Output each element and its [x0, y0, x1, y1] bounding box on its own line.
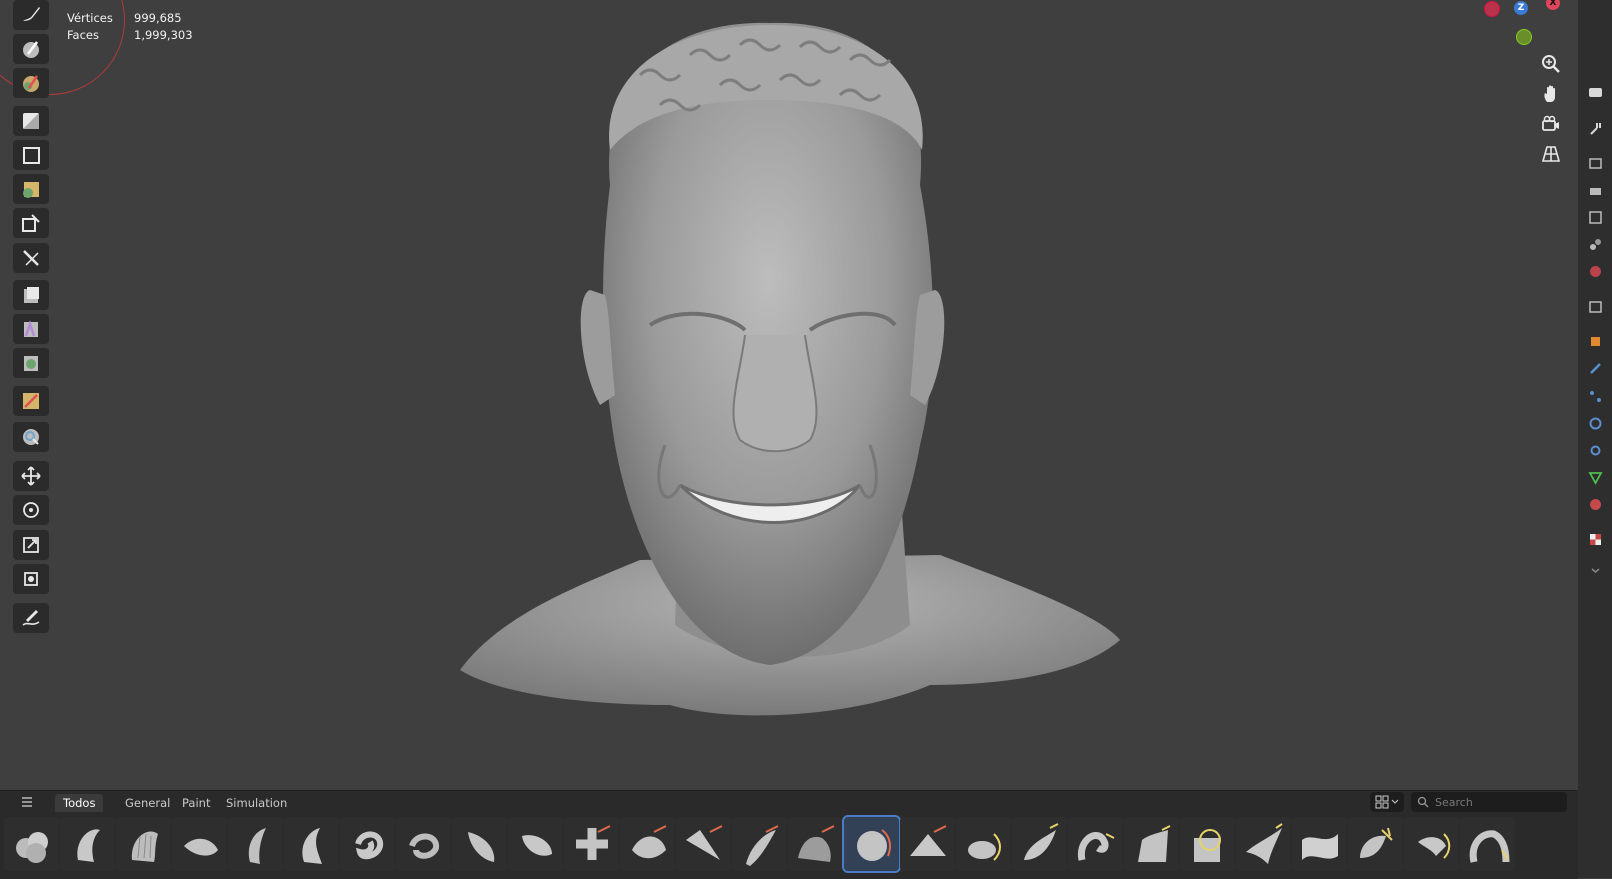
- x-axis-ball[interactable]: X: [1546, 0, 1560, 10]
- faces-label: Faces: [67, 28, 99, 42]
- display-mode-dropdown[interactable]: [1370, 792, 1404, 812]
- crease-sharp-brush-thumbnail[interactable]: [284, 817, 339, 871]
- scale-tool-icon[interactable]: [13, 530, 49, 560]
- modifiers-tab-icon[interactable]: [1585, 358, 1605, 378]
- statistics-overlay: Vértices 999,685 Faces 1,999,303: [67, 10, 193, 44]
- properties-tab-bar: [1578, 0, 1612, 878]
- search-placeholder: Search: [1435, 795, 1473, 809]
- plane-brush-thumbnail[interactable]: [676, 817, 731, 871]
- view-layer-tab-icon[interactable]: [1585, 207, 1605, 227]
- world-tab-icon[interactable]: [1585, 261, 1605, 281]
- z-axis-ball[interactable]: Z: [1514, 1, 1528, 15]
- twist-brush-thumbnail[interactable]: [1460, 817, 1515, 871]
- crease-brush-thumbnail[interactable]: [228, 817, 283, 871]
- fill-brush-thumbnail[interactable]: [452, 817, 507, 871]
- faces-value: 1,999,303: [134, 28, 193, 42]
- texture-tab-icon[interactable]: [1585, 529, 1605, 549]
- transform-tool-icon[interactable]: [13, 564, 49, 594]
- draw-sharp-brush-thumbnail[interactable]: [396, 817, 451, 871]
- line-project-tool-icon[interactable]: [13, 243, 49, 273]
- scrape-brush-thumbnail[interactable]: [732, 817, 787, 871]
- box-mask-tool-icon[interactable]: [13, 106, 49, 136]
- object-tab-icon[interactable]: [1585, 331, 1605, 351]
- draw-brush-thumbnail[interactable]: [340, 817, 395, 871]
- brush-thumbnail-row: [4, 815, 1515, 873]
- pose-brush-thumbnail[interactable]: [1180, 817, 1235, 871]
- particles-tab-icon[interactable]: [1585, 386, 1605, 406]
- 3d-viewport[interactable]: Vértices 999,685 Faces 1,999,303 Z X: [0, 0, 1578, 810]
- asset-shelf-tab-bar: Todos General Paint Simulation Search: [0, 791, 1578, 813]
- multiplane-scrape-brush-thumbnail[interactable]: [788, 817, 843, 871]
- scene-tab-icon[interactable]: [1585, 234, 1605, 254]
- clay-strips-brush-thumbnail[interactable]: [116, 817, 171, 871]
- camera-view-icon[interactable]: [1537, 111, 1565, 137]
- search-icon: [1417, 796, 1429, 808]
- constraints-tab-icon[interactable]: [1585, 440, 1605, 460]
- color-filter-tool-icon[interactable]: [13, 348, 49, 378]
- asset-shelf: Todos General Paint Simulation Search: [0, 790, 1578, 879]
- relax-brush-thumbnail[interactable]: [1404, 817, 1459, 871]
- box-hide-tool-icon[interactable]: [13, 140, 49, 170]
- blur-brush-thumbnail[interactable]: [900, 817, 955, 871]
- draw-brush-tool-icon[interactable]: [13, 0, 49, 30]
- material-tab-icon[interactable]: [1585, 494, 1605, 514]
- flatten-brush-thumbnail[interactable]: [508, 817, 563, 871]
- pinch-brush-thumbnail[interactable]: [564, 817, 619, 871]
- tool-settings-tab-icon[interactable]: [1585, 82, 1605, 102]
- annotate-tool-icon[interactable]: [13, 603, 49, 633]
- box-trim-tool-icon[interactable]: [13, 208, 49, 238]
- box-face-set-tool-icon[interactable]: [13, 174, 49, 204]
- mesh-filter-tool-icon[interactable]: [13, 280, 49, 310]
- smooth-brush-thumbnail[interactable]: [842, 815, 901, 873]
- vertices-label: Vértices: [67, 11, 113, 25]
- face-set-paint-tool-icon[interactable]: [13, 68, 49, 98]
- elastic-grab-brush-thumbnail[interactable]: [956, 817, 1011, 871]
- tab-general[interactable]: General: [117, 794, 178, 812]
- collection-tab-icon[interactable]: [1585, 296, 1605, 316]
- neg-x-axis-ball[interactable]: [1484, 1, 1500, 17]
- blob-brush-thumbnail[interactable]: [4, 817, 59, 871]
- tab-paint[interactable]: Paint: [174, 794, 218, 812]
- move-tool-icon[interactable]: [13, 461, 49, 491]
- data-tab-icon[interactable]: [1585, 467, 1605, 487]
- mask-by-color-tool-icon[interactable]: [13, 422, 49, 452]
- rotate-brush-thumbnail[interactable]: [1236, 817, 1291, 871]
- cloth-filter-tool-icon[interactable]: [13, 314, 49, 344]
- search-field[interactable]: Search: [1411, 792, 1567, 812]
- hamburger-menu-icon[interactable]: [20, 794, 34, 808]
- zoom-icon[interactable]: [1537, 51, 1565, 77]
- output-tab-icon[interactable]: [1585, 180, 1605, 200]
- chevron-down-icon[interactable]: [1585, 560, 1605, 580]
- sculpt-mesh-head: [460, 22, 1120, 716]
- tab-simulation[interactable]: Simulation: [218, 794, 295, 812]
- render-tab-icon[interactable]: [1585, 152, 1605, 172]
- clay-thumb-brush-thumbnail[interactable]: [172, 817, 227, 871]
- clay-brush-thumbnail[interactable]: [60, 817, 115, 871]
- boundary-brush-thumbnail[interactable]: [1348, 817, 1403, 871]
- hand-pan-icon[interactable]: [1537, 81, 1565, 107]
- vertices-value: 999,685: [134, 11, 182, 25]
- mask-brush-tool-icon[interactable]: [13, 34, 49, 64]
- grab-brush-thumbnail[interactable]: [1012, 817, 1067, 871]
- thumb-brush-thumbnail[interactable]: [1292, 817, 1347, 871]
- perspective-grid-icon[interactable]: [1537, 141, 1565, 167]
- y-axis-ball[interactable]: [1516, 29, 1532, 45]
- layer-brush-thumbnail[interactable]: [620, 817, 675, 871]
- edit-face-set-tool-icon[interactable]: [13, 386, 49, 416]
- rotate-tool-icon[interactable]: [13, 495, 49, 525]
- tab-todos[interactable]: Todos: [55, 794, 104, 812]
- tool-tab-icon[interactable]: [1585, 118, 1605, 138]
- snake-hook-brush-thumbnail[interactable]: [1068, 817, 1123, 871]
- physics-tab-icon[interactable]: [1585, 413, 1605, 433]
- nudge-brush-thumbnail[interactable]: [1124, 817, 1179, 871]
